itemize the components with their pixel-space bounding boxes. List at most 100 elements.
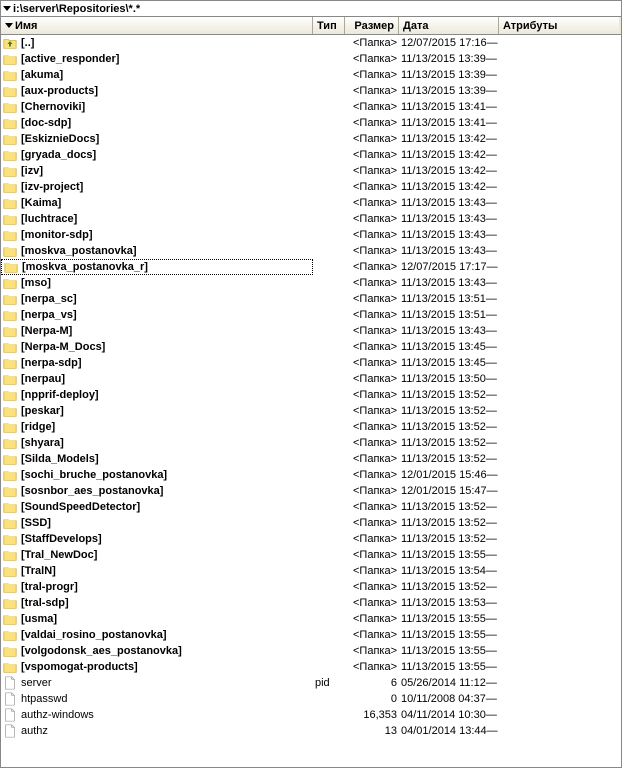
cell-name[interactable]: [npprif-deploy] — [1, 388, 313, 402]
list-item[interactable]: [sosnbor_aes_postanovka]<Папка>12/01/201… — [1, 483, 621, 499]
list-item[interactable]: [SoundSpeedDetector]<Папка>11/13/2015 13… — [1, 499, 621, 515]
cell-name[interactable]: [valdai_rosino_postanovka] — [1, 628, 313, 642]
list-item[interactable]: [valdai_rosino_postanovka]<Папка>11/13/2… — [1, 627, 621, 643]
cell-name[interactable]: [Kaima] — [1, 196, 313, 210]
cell-name[interactable]: [moskva_postanovka_r] — [1, 259, 313, 275]
list-item[interactable]: [StaffDevelops]<Папка>11/13/2015 13:52— — [1, 531, 621, 547]
cell-name[interactable]: [luchtrace] — [1, 212, 313, 226]
list-item[interactable]: [active_responder]<Папка>11/13/2015 13:3… — [1, 51, 621, 67]
cell-name[interactable]: [gryada_docs] — [1, 148, 313, 162]
list-item[interactable]: [usma]<Папка>11/13/2015 13:55— — [1, 611, 621, 627]
list-item[interactable]: [akuma]<Папка>11/13/2015 13:39— — [1, 67, 621, 83]
file-name-text: [nerpa-sdp] — [21, 357, 82, 369]
cell-name[interactable]: [ridge] — [1, 420, 313, 434]
list-item[interactable]: [tral-sdp]<Папка>11/13/2015 13:53— — [1, 595, 621, 611]
list-item[interactable]: [moskva_postanovka_r]<Папка>12/07/2015 1… — [1, 259, 621, 275]
cell-name[interactable]: [sosnbor_aes_postanovka] — [1, 484, 313, 498]
list-item[interactable]: [Silda_Models]<Папка>11/13/2015 13:52— — [1, 451, 621, 467]
file-list[interactable]: [..]<Папка>12/07/2015 17:16—[active_resp… — [1, 35, 621, 767]
list-item[interactable]: [moskva_postanovka]<Папка>11/13/2015 13:… — [1, 243, 621, 259]
list-item[interactable]: authz-windows16,35304/11/2014 10:30— — [1, 707, 621, 723]
list-item[interactable]: [Nerpa-M]<Папка>11/13/2015 13:43— — [1, 323, 621, 339]
cell-name[interactable]: [Nerpa-M] — [1, 324, 313, 338]
list-item[interactable]: authz1304/01/2014 13:44— — [1, 723, 621, 739]
list-item[interactable]: [TralN]<Папка>11/13/2015 13:54— — [1, 563, 621, 579]
cell-name[interactable]: [volgodonsk_aes_postanovka] — [1, 644, 313, 658]
cell-name[interactable]: [aux-products] — [1, 84, 313, 98]
cell-name[interactable]: [shyara] — [1, 436, 313, 450]
cell-name[interactable]: [..] — [1, 36, 313, 50]
list-item[interactable]: [vspomogat-products]<Папка>11/13/2015 13… — [1, 659, 621, 675]
cell-name[interactable]: [tral-progr] — [1, 580, 313, 594]
cell-name[interactable]: [Silda_Models] — [1, 452, 313, 466]
list-item[interactable]: [aux-products]<Папка>11/13/2015 13:39— — [1, 83, 621, 99]
list-item[interactable]: [gryada_docs]<Папка>11/13/2015 13:42— — [1, 147, 621, 163]
cell-name[interactable]: [StaffDevelops] — [1, 532, 313, 546]
list-item[interactable]: [luchtrace]<Папка>11/13/2015 13:43— — [1, 211, 621, 227]
header-size-label: Размер — [354, 20, 394, 32]
cell-name[interactable]: [vspomogat-products] — [1, 660, 313, 674]
header-attr[interactable]: Атрибуты — [499, 17, 619, 34]
list-item[interactable]: [monitor-sdp]<Папка>11/13/2015 13:43— — [1, 227, 621, 243]
cell-name[interactable]: [Tral_NewDoc] — [1, 548, 313, 562]
cell-name[interactable]: [tral-sdp] — [1, 596, 313, 610]
cell-name[interactable]: [SoundSpeedDetector] — [1, 500, 313, 514]
cell-name[interactable]: [nerpau] — [1, 372, 313, 386]
list-item[interactable]: [volgodonsk_aes_postanovka]<Папка>11/13/… — [1, 643, 621, 659]
list-item[interactable]: [ridge]<Папка>11/13/2015 13:52— — [1, 419, 621, 435]
cell-name[interactable]: [mso] — [1, 276, 313, 290]
cell-name[interactable]: authz-windows — [1, 708, 313, 722]
cell-name[interactable]: [monitor-sdp] — [1, 228, 313, 242]
cell-name[interactable]: [usma] — [1, 612, 313, 626]
cell-name[interactable]: [TralN] — [1, 564, 313, 578]
cell-name[interactable]: [SSD] — [1, 516, 313, 530]
list-item[interactable]: [npprif-deploy]<Папка>11/13/2015 13:52— — [1, 387, 621, 403]
path-bar[interactable]: i:\server\Repositories\*.* — [1, 1, 621, 17]
cell-name[interactable]: [nerpa_sc] — [1, 292, 313, 306]
header-date[interactable]: Дата — [399, 17, 499, 34]
dropdown-icon[interactable] — [3, 6, 11, 11]
list-item[interactable]: [nerpa_vs]<Папка>11/13/2015 13:51— — [1, 307, 621, 323]
list-item[interactable]: [Nerpa-M_Docs]<Папка>11/13/2015 13:45— — [1, 339, 621, 355]
cell-name[interactable]: [EskiznieDocs] — [1, 132, 313, 146]
list-item[interactable]: [nerpa_sc]<Папка>11/13/2015 13:51— — [1, 291, 621, 307]
cell-name[interactable]: [nerpa_vs] — [1, 308, 313, 322]
list-item[interactable]: [Chernoviki]<Папка>11/13/2015 13:41— — [1, 99, 621, 115]
list-item[interactable]: [peskar]<Папка>11/13/2015 13:52— — [1, 403, 621, 419]
cell-name[interactable]: [akuma] — [1, 68, 313, 82]
cell-name[interactable]: server — [1, 676, 313, 690]
list-item[interactable]: [mso]<Папка>11/13/2015 13:43— — [1, 275, 621, 291]
list-item[interactable]: [sochi_bruche_postanovka]<Папка>12/01/20… — [1, 467, 621, 483]
cell-name[interactable]: [Chernoviki] — [1, 100, 313, 114]
list-item[interactable]: [Tral_NewDoc]<Папка>11/13/2015 13:55— — [1, 547, 621, 563]
cell-name[interactable]: [izv] — [1, 164, 313, 178]
cell-name[interactable]: [peskar] — [1, 404, 313, 418]
cell-name[interactable]: [active_responder] — [1, 52, 313, 66]
list-item[interactable]: [tral-progr]<Папка>11/13/2015 13:52— — [1, 579, 621, 595]
list-item[interactable]: htpasswd010/11/2008 04:37— — [1, 691, 621, 707]
list-item[interactable]: [Kaima]<Папка>11/13/2015 13:43— — [1, 195, 621, 211]
header-type[interactable]: Тип — [313, 17, 345, 34]
list-item[interactable]: [..]<Папка>12/07/2015 17:16— — [1, 35, 621, 51]
file-name-text: [nerpa_vs] — [21, 309, 77, 321]
list-item[interactable]: [izv]<Папка>11/13/2015 13:42— — [1, 163, 621, 179]
cell-name[interactable]: [moskva_postanovka] — [1, 244, 313, 258]
cell-name[interactable]: [Nerpa-M_Docs] — [1, 340, 313, 354]
list-item[interactable]: [SSD]<Папка>11/13/2015 13:52— — [1, 515, 621, 531]
cell-name[interactable]: [sochi_bruche_postanovka] — [1, 468, 313, 482]
cell-name[interactable]: [izv-project] — [1, 180, 313, 194]
list-item[interactable]: [doc-sdp]<Папка>11/13/2015 13:41— — [1, 115, 621, 131]
cell-name[interactable]: [nerpa-sdp] — [1, 356, 313, 370]
header-size[interactable]: Размер — [345, 17, 399, 34]
header-name[interactable]: Имя — [1, 17, 313, 34]
list-item[interactable]: [nerpa-sdp]<Папка>11/13/2015 13:45— — [1, 355, 621, 371]
list-item[interactable]: [shyara]<Папка>11/13/2015 13:52— — [1, 435, 621, 451]
list-item[interactable]: serverpid605/26/2014 11:12— — [1, 675, 621, 691]
cell-date: 10/11/2008 04:37— — [399, 693, 559, 705]
list-item[interactable]: [EskiznieDocs]<Папка>11/13/2015 13:42— — [1, 131, 621, 147]
cell-name[interactable]: htpasswd — [1, 692, 313, 706]
cell-name[interactable]: [doc-sdp] — [1, 116, 313, 130]
cell-name[interactable]: authz — [1, 724, 313, 738]
list-item[interactable]: [nerpau]<Папка>11/13/2015 13:50— — [1, 371, 621, 387]
list-item[interactable]: [izv-project]<Папка>11/13/2015 13:42— — [1, 179, 621, 195]
